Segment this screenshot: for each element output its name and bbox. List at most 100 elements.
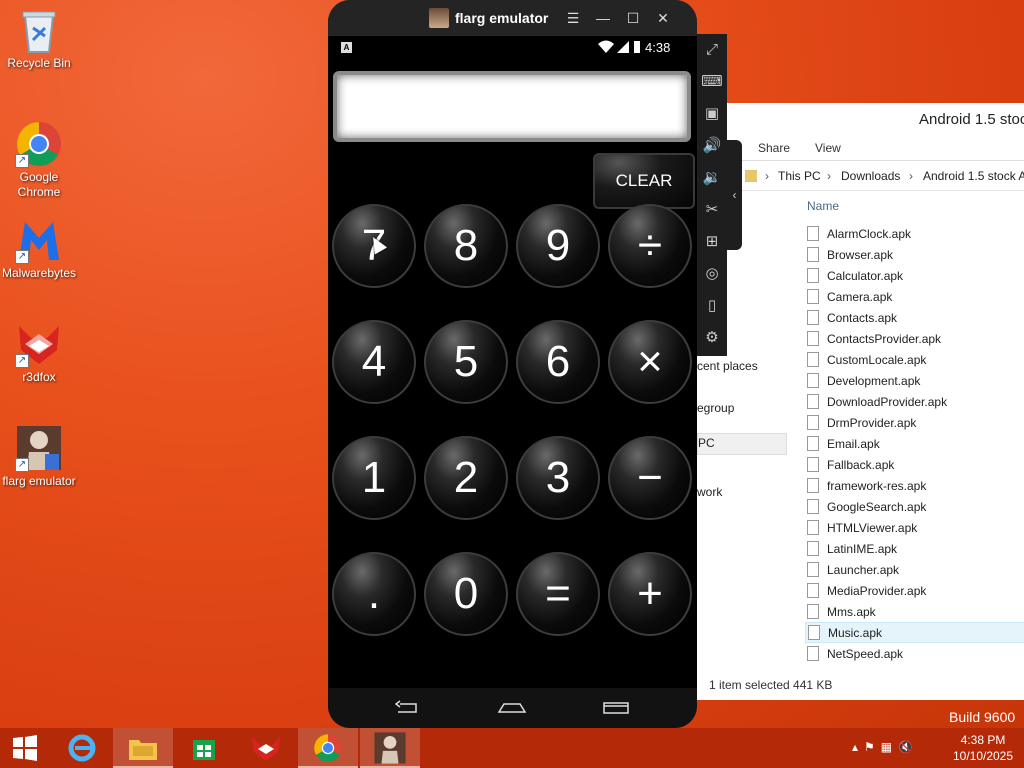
start-button[interactable] (0, 728, 50, 768)
file-row[interactable]: CustomLocale.apk (805, 349, 1024, 370)
calc-key[interactable]: 6 (516, 320, 600, 404)
network-icon[interactable]: ▦ (881, 740, 898, 754)
file-row[interactable]: DrmProvider.apk (805, 412, 1024, 433)
calc-key[interactable]: 3 (516, 436, 600, 520)
file-row[interactable]: MediaProvider.apk (805, 580, 1024, 601)
internet-explorer-icon[interactable] (52, 728, 112, 768)
volume-down-icon[interactable]: 🔉 (697, 162, 727, 194)
file-row[interactable]: Contacts.apk (805, 307, 1024, 328)
file-name: Browser.apk (827, 247, 894, 262)
apk-file-icon (807, 289, 819, 304)
flarg-emulator-taskbar-icon[interactable] (360, 728, 420, 768)
breadcrumb-current-folder[interactable]: Android 1.5 stock A (923, 169, 1024, 183)
calc-key[interactable]: + (608, 552, 692, 636)
android-screen[interactable]: A 4:38 CLEAR 7 8 9 ÷ 4 5 6 × 1 2 3−. 0 = + (328, 36, 697, 688)
chevron-right-icon: › (827, 169, 831, 183)
menu-icon[interactable]: ☰ (562, 8, 584, 28)
desktop-icon-chrome[interactable]: ↗ Google Chrome (0, 120, 78, 200)
keyboard-icon[interactable]: ⌨ (697, 66, 727, 98)
desktop-icon-flarg-emulator[interactable]: ↗ flarg emulator (0, 424, 78, 489)
fullscreen-icon[interactable]: ⤢ (697, 34, 727, 66)
chrome-taskbar-icon[interactable] (298, 728, 358, 768)
file-name: MediaProvider.apk (827, 583, 927, 598)
screenshot-icon[interactable]: ✂ (697, 194, 727, 226)
desktop-icon-r3dfox[interactable]: ↗ r3dfox (0, 320, 78, 385)
explorer-ribbon: Share View (697, 135, 1024, 161)
ribbon-tab-share[interactable]: Share (758, 141, 790, 155)
close-button[interactable]: ✕ (652, 8, 674, 28)
location-icon[interactable]: ◎ (697, 258, 727, 290)
calc-key[interactable]: 5 (424, 320, 508, 404)
apk-file-icon (807, 562, 819, 577)
desktop-icon-recycle-bin[interactable]: Recycle Bin (0, 6, 78, 71)
breadcrumb-downloads[interactable]: Downloads (841, 169, 900, 183)
calc-key[interactable]: 1 (332, 436, 416, 520)
calc-key[interactable]: − (608, 436, 692, 520)
file-name: DownloadProvider.apk (827, 394, 948, 409)
file-row[interactable]: DownloadProvider.apk (805, 391, 1024, 412)
address-bar[interactable]: › This PC › Downloads › Android 1.5 stoc… (697, 161, 1024, 191)
file-explorer-icon[interactable] (113, 728, 173, 768)
nav-item[interactable]: work (697, 485, 722, 499)
calc-key[interactable]: 4 (332, 320, 416, 404)
calc-key[interactable]: = (516, 552, 600, 636)
column-header-name[interactable]: Name (805, 199, 1024, 223)
calc-key[interactable]: × (608, 320, 692, 404)
calc-key[interactable]: 8 (424, 204, 508, 288)
shake-icon[interactable]: ▯ (697, 290, 727, 322)
settings-icon[interactable]: ⚙ (697, 322, 727, 354)
ribbon-tab-view[interactable]: View (815, 141, 841, 155)
file-row[interactable]: Fallback.apk (805, 454, 1024, 475)
file-row[interactable]: Email.apk (805, 433, 1024, 454)
desktop-icon-malwarebytes[interactable]: ↗ Malwarebytes (0, 216, 78, 281)
file-row[interactable]: Calculator.apk (805, 265, 1024, 286)
chevron-up-icon[interactable]: ▴ (852, 740, 864, 754)
file-row[interactable]: Camera.apk (805, 286, 1024, 307)
file-row[interactable]: HTMLViewer.apk (805, 517, 1024, 538)
file-row[interactable]: NetSpeed.apk (805, 643, 1024, 664)
minimize-button[interactable]: — (592, 8, 614, 28)
file-explorer-window[interactable]: Android 1.5 stock Share View › This PC ›… (696, 103, 1024, 700)
file-row[interactable]: LatinIME.apk (805, 538, 1024, 559)
file-row[interactable]: Mms.apk (805, 601, 1024, 622)
emulator-window[interactable]: flarg emulator ☰ — ☐ ✕ A 4:38 CLEAR 7 8 9 ÷… (328, 0, 697, 728)
multi-instance-icon[interactable]: ⊞ (697, 226, 727, 258)
file-row[interactable]: Launcher.apk (805, 559, 1024, 580)
recents-button[interactable] (600, 698, 632, 718)
file-row[interactable]: Development.apk (805, 370, 1024, 391)
apk-file-icon (807, 478, 819, 493)
clear-button[interactable]: CLEAR (593, 153, 695, 209)
r3dfox-taskbar-icon[interactable] (236, 728, 296, 768)
home-button[interactable] (496, 698, 528, 718)
breadcrumb-this-pc[interactable]: This PC (778, 169, 821, 183)
nav-item-this-pc[interactable]: PC (697, 433, 787, 455)
file-row[interactable]: framework-res.apk (805, 475, 1024, 496)
apk-file-icon (807, 499, 819, 514)
collapse-toolbar-chevron-icon[interactable]: ‹ (727, 140, 742, 250)
nav-item[interactable]: egroup (697, 401, 734, 415)
apk-install-icon[interactable]: ▣ (697, 98, 727, 130)
calc-key[interactable]: 0 (424, 552, 508, 636)
emulator-titlebar[interactable]: flarg emulator ☰ — ☐ ✕ (328, 0, 697, 36)
clock-time: 4:38 PM (960, 733, 1006, 747)
store-icon[interactable] (174, 728, 234, 768)
apk-file-icon (807, 520, 819, 535)
nav-item[interactable]: cent places (697, 359, 758, 373)
flag-icon[interactable]: ⚑ (864, 740, 881, 754)
calc-key[interactable]: 2 (424, 436, 508, 520)
file-row[interactable]: GoogleSearch.apk (805, 496, 1024, 517)
file-row[interactable]: AlarmClock.apk (805, 223, 1024, 244)
file-row[interactable]: Browser.apk (805, 244, 1024, 265)
file-row[interactable]: ContactsProvider.apk (805, 328, 1024, 349)
file-row[interactable]: Music.apk (805, 622, 1024, 643)
apk-file-icon (807, 331, 819, 346)
calc-key[interactable]: ÷ (608, 204, 692, 288)
volume-up-icon[interactable]: 🔊 (697, 130, 727, 162)
desktop-icon-label: Google Chrome (17, 170, 61, 199)
back-button[interactable] (392, 698, 424, 718)
calc-key[interactable]: . (332, 552, 416, 636)
calc-key[interactable]: 9 (516, 204, 600, 288)
maximize-button[interactable]: ☐ (622, 8, 644, 28)
volume-muted-icon[interactable]: 🔇 (898, 740, 919, 754)
taskbar-clock[interactable]: 4:38 PM 10/10/2025 (948, 732, 1018, 764)
